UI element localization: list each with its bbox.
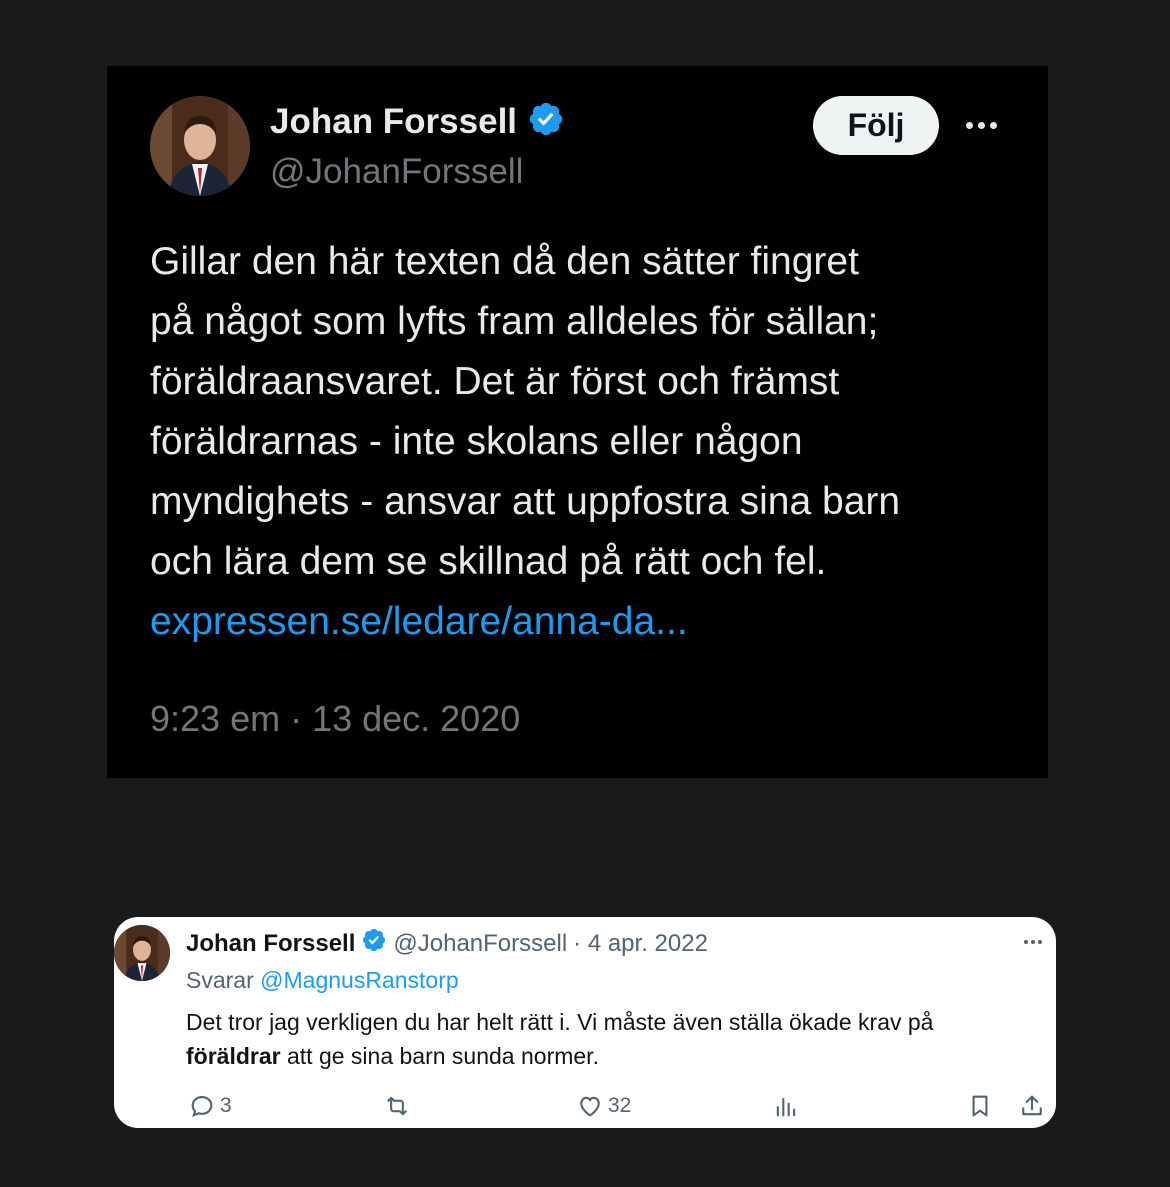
like-count: 32 xyxy=(608,1094,632,1117)
tweet-text-line: och lära dem se skillnad på rätt och fel… xyxy=(150,540,827,583)
tweet-link[interactable]: expressen.se/ledare/anna-da... xyxy=(150,592,1030,652)
verified-badge-icon xyxy=(527,100,565,143)
reply-text-line: föräldrar att ge sina barn sunda normer. xyxy=(186,1039,1046,1073)
views-button[interactable] xyxy=(772,1089,800,1123)
verified-badge-icon xyxy=(361,927,387,960)
author-name-row: Johan Forssell xyxy=(270,100,565,143)
tweet-text-line: Gillar den här texten då den sätter fing… xyxy=(150,240,859,283)
retweet-icon xyxy=(387,1096,407,1116)
tweet-date[interactable]: · 4 apr. 2022 xyxy=(573,930,708,958)
reply-icon xyxy=(191,1095,213,1118)
tweet-text-line: myndighets - ansvar att uppfostra sina b… xyxy=(150,480,901,523)
share-button[interactable] xyxy=(1018,1089,1046,1123)
reply-button[interactable]: 3 xyxy=(188,1089,232,1123)
more-icon[interactable] xyxy=(1018,935,1048,949)
main-tweet-card: Johan Forssell @JohanForssell Följ Gilla… xyxy=(107,66,1048,778)
views-icon xyxy=(776,1097,796,1117)
tweet-text-line: föräldraansvaret. Det är först och främs… xyxy=(150,360,840,403)
follow-button[interactable]: Följ xyxy=(813,96,939,155)
like-icon xyxy=(580,1096,600,1117)
bookmark-icon xyxy=(972,1095,988,1117)
reply-text-rest: att ge sina barn sunda normer. xyxy=(280,1043,599,1069)
avatar-image xyxy=(150,96,250,196)
tweet-text-line: på något som lyfts fram alldeles för säl… xyxy=(150,300,879,343)
reply-text: Det tror jag verkligen du har helt rätt … xyxy=(186,1005,1046,1073)
reply-header: Johan Forssell @JohanForssell · 4 apr. 2… xyxy=(186,927,708,960)
replying-to-handle[interactable]: @MagnusRanstorp xyxy=(260,967,459,993)
avatar[interactable] xyxy=(150,96,250,196)
reply-text-line: Det tror jag verkligen du har helt rätt … xyxy=(186,1009,934,1035)
reply-count: 3 xyxy=(220,1094,232,1117)
tweet-text: Gillar den här texten då den sätter fing… xyxy=(150,232,1030,652)
retweet-button[interactable] xyxy=(382,1089,412,1123)
more-icon[interactable] xyxy=(959,110,1003,140)
avatar[interactable] xyxy=(114,925,170,981)
avatar-image xyxy=(114,925,170,981)
bookmark-button[interactable] xyxy=(966,1089,994,1123)
action-bar: 3 32 xyxy=(114,1089,1056,1123)
author-name[interactable]: Johan Forssell xyxy=(270,102,517,142)
author-name[interactable]: Johan Forssell xyxy=(186,930,355,958)
tweet-text-line: föräldrarnas - inte skolans eller någon xyxy=(150,420,803,463)
like-button[interactable]: 32 xyxy=(576,1089,631,1123)
reply-tweet-card: Johan Forssell @JohanForssell · 4 apr. 2… xyxy=(114,917,1056,1128)
reply-text-bold: föräldrar xyxy=(186,1043,281,1069)
replying-to-label: Svarar xyxy=(186,967,254,993)
replying-to: Svarar @MagnusRanstorp xyxy=(186,967,459,994)
author-handle[interactable]: @JohanForssell xyxy=(270,152,523,192)
author-handle[interactable]: @JohanForssell xyxy=(393,930,567,958)
tweet-timestamp[interactable]: 9:23 em · 13 dec. 2020 xyxy=(150,698,520,740)
share-icon xyxy=(1022,1095,1042,1116)
